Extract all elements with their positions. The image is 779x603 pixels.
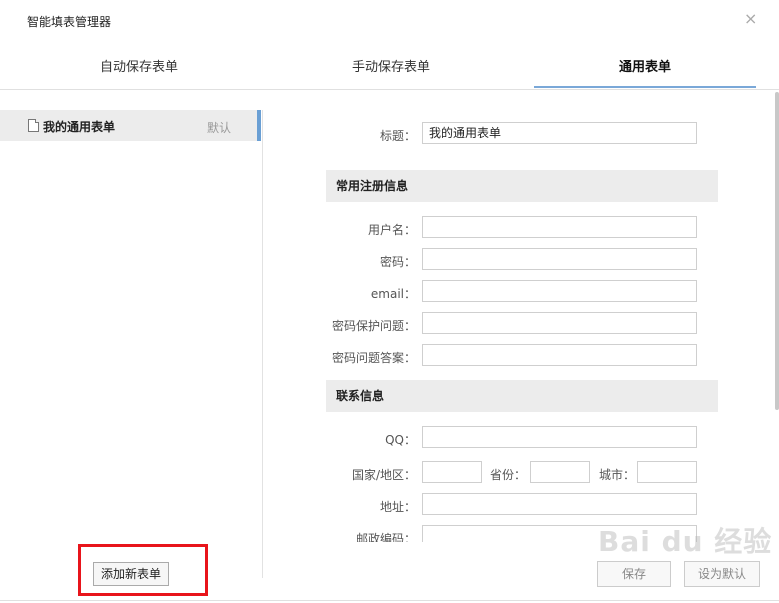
tab-general-form[interactable]: 通用表单 xyxy=(534,52,756,88)
form-item-name: 我的通用表单 xyxy=(43,120,116,134)
zip-label: 邮政编码： xyxy=(355,532,416,542)
email-label: email： xyxy=(370,287,416,301)
city-label: 城市： xyxy=(598,468,635,482)
city-input[interactable] xyxy=(637,461,697,483)
form-list-item[interactable]: 我的通用表单 默认 xyxy=(0,110,261,141)
qq-label: QQ： xyxy=(385,433,416,447)
email-input[interactable] xyxy=(422,280,697,302)
default-badge: 默认 xyxy=(207,121,232,135)
tab-manual-save[interactable]: 手动保存表单 xyxy=(312,52,470,88)
document-icon xyxy=(28,119,39,132)
save-button[interactable]: 保存 xyxy=(597,561,671,587)
add-new-form-button[interactable]: 添加新表单 xyxy=(93,562,169,586)
security-answer-label: 密码问题答案： xyxy=(331,351,416,365)
title-input[interactable]: 我的通用表单 xyxy=(422,122,697,144)
tab-bar: 自动保存表单 手动保存表单 通用表单 xyxy=(0,52,779,90)
username-label: 用户名： xyxy=(367,223,416,237)
address-label: 地址： xyxy=(379,500,416,514)
tab-auto-save[interactable]: 自动保存表单 xyxy=(60,52,218,88)
country-label: 国家/地区： xyxy=(351,468,416,482)
password-label: 密码： xyxy=(379,255,416,269)
divider xyxy=(0,600,779,601)
address-input[interactable] xyxy=(422,493,697,515)
title-label: 标题： xyxy=(379,129,416,143)
province-label: 省份： xyxy=(489,468,526,482)
set-default-button[interactable]: 设为默认 xyxy=(684,561,760,587)
password-input[interactable] xyxy=(422,248,697,270)
form-list-pane: 我的通用表单 默认 xyxy=(0,110,263,578)
section-contact: 联系信息 xyxy=(326,380,718,412)
security-question-label: 密码保护问题： xyxy=(331,319,416,333)
username-input[interactable] xyxy=(422,216,697,238)
zip-input[interactable] xyxy=(422,525,697,542)
window-title: 智能填表管理器 xyxy=(27,15,112,29)
form-editor: 标题： 我的通用表单 常用注册信息 用户名： 密码： email： 密码保护问题… xyxy=(263,90,774,542)
security-answer-input[interactable] xyxy=(422,344,697,366)
qq-input[interactable] xyxy=(422,426,697,448)
section-registration: 常用注册信息 xyxy=(326,170,718,202)
close-icon[interactable]: × xyxy=(744,11,757,27)
security-question-input[interactable] xyxy=(422,312,697,334)
scrollbar[interactable] xyxy=(775,92,779,410)
